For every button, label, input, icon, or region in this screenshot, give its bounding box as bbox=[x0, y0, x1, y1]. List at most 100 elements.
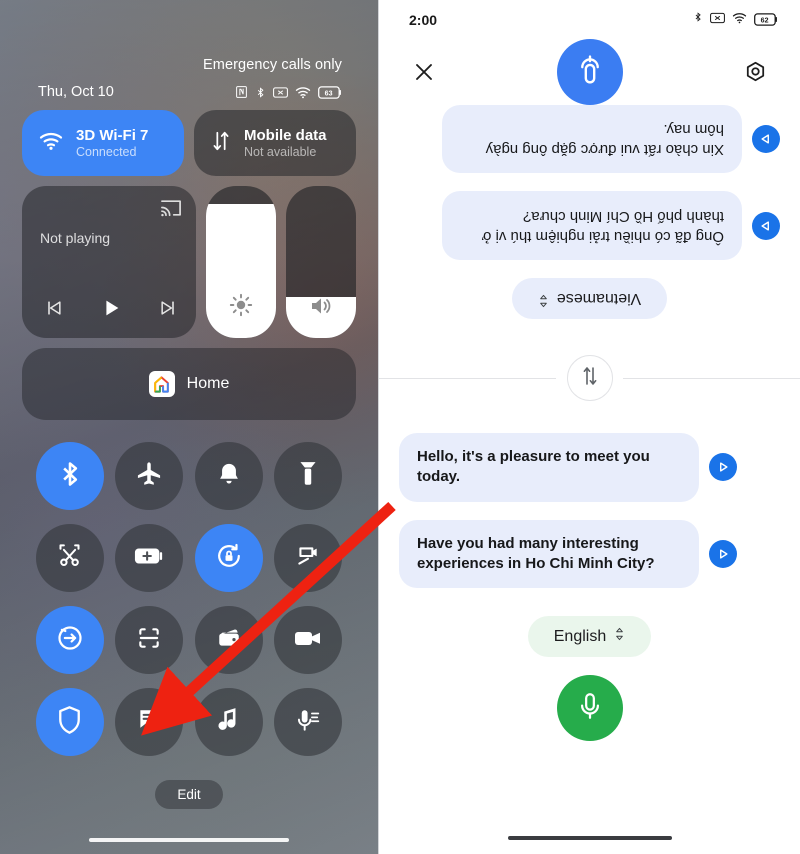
airplane-mode-tile[interactable] bbox=[115, 442, 184, 510]
qr-scanner-tile[interactable] bbox=[115, 606, 184, 674]
bluetooth-icon bbox=[255, 85, 266, 100]
remote-message-bubble[interactable]: Ông đã có nhiều trải nghiệm thú vị ở thà… bbox=[442, 191, 742, 260]
wifi-status-label: Connected bbox=[76, 145, 137, 159]
battery-saver-tile[interactable] bbox=[115, 524, 184, 592]
remote-message-bubble[interactable]: Xin chào rất vui được gặp ông ngày hôm n… bbox=[442, 105, 742, 174]
play-icon[interactable] bbox=[709, 453, 737, 482]
media-player-card[interactable]: Not playing bbox=[22, 186, 196, 338]
screen-record-icon bbox=[295, 543, 321, 574]
qr-scan-icon bbox=[136, 625, 162, 656]
video-camera-icon bbox=[293, 626, 323, 655]
local-side: Hello, it's a pleasure to meet you today… bbox=[379, 401, 800, 741]
flashlight-icon bbox=[297, 460, 319, 493]
battery-icon: 63 bbox=[318, 85, 342, 99]
live-caption-tile[interactable]: A bbox=[115, 688, 184, 756]
live-caption-icon: A bbox=[135, 706, 163, 739]
wifi-icon bbox=[732, 11, 747, 29]
mute-icon bbox=[710, 11, 725, 29]
svg-text:A: A bbox=[152, 721, 158, 730]
scissors-icon bbox=[56, 542, 83, 574]
status-bar-right: 2:00 62 bbox=[379, 0, 800, 29]
volume-icon bbox=[309, 295, 333, 322]
voice-recorder-tile[interactable] bbox=[274, 688, 343, 756]
mobile-data-tile[interactable]: Mobile data Not available bbox=[194, 110, 356, 176]
edit-button[interactable]: Edit bbox=[155, 780, 223, 809]
translate-mic-icon bbox=[574, 53, 606, 92]
music-id-tile[interactable] bbox=[194, 688, 263, 756]
data-transfer-icon bbox=[210, 130, 232, 157]
bell-icon bbox=[216, 460, 242, 493]
remote-language-row: Vietnamese bbox=[399, 278, 780, 319]
close-icon[interactable] bbox=[407, 55, 441, 89]
next-icon[interactable] bbox=[158, 298, 178, 323]
battery-plus-icon bbox=[134, 545, 164, 572]
video-call-tile[interactable] bbox=[274, 606, 343, 674]
wifi-icon bbox=[295, 86, 311, 99]
brightness-icon bbox=[229, 293, 253, 322]
local-language-label: English bbox=[553, 627, 607, 645]
play-icon[interactable] bbox=[752, 211, 780, 240]
play-icon[interactable] bbox=[752, 125, 780, 154]
music-note-icon bbox=[217, 706, 241, 739]
remote-message-row: Ông đã có nhiều trải nghiệm thú vị ở thà… bbox=[399, 191, 780, 260]
connectivity-row: 3D Wi-Fi 7 Connected Mobile data Not ava… bbox=[22, 110, 356, 176]
local-language-row: English bbox=[399, 616, 780, 657]
mobile-data-label: Mobile data bbox=[244, 127, 327, 144]
wifi-ssid-label: 3D Wi-Fi 7 bbox=[76, 127, 149, 144]
bluetooth-tile[interactable] bbox=[35, 442, 104, 510]
auto-rotate-tile[interactable] bbox=[194, 524, 263, 592]
local-message-bubble[interactable]: Hello, it's a pleasure to meet you today… bbox=[399, 433, 699, 502]
media-status-label: Not playing bbox=[40, 230, 111, 246]
local-mic-button[interactable] bbox=[556, 675, 623, 741]
quick-settings-panel: Emergency calls only Thu, Oct 10 63 3D W… bbox=[0, 0, 378, 854]
play-icon[interactable] bbox=[100, 297, 122, 324]
airplane-icon bbox=[135, 460, 163, 493]
brightness-slider[interactable] bbox=[206, 186, 276, 338]
swap-vertical-icon bbox=[580, 365, 600, 392]
wallet-icon bbox=[216, 625, 242, 656]
status-bar-left: Thu, Oct 10 63 bbox=[16, 74, 362, 100]
data-saver-tile[interactable] bbox=[35, 606, 104, 674]
local-language-selector[interactable]: English bbox=[527, 616, 652, 657]
settings-gear-icon[interactable] bbox=[738, 55, 772, 89]
media-and-sliders-row: Not playing bbox=[22, 186, 356, 338]
swap-languages-button[interactable] bbox=[566, 355, 613, 401]
play-icon[interactable] bbox=[709, 539, 737, 568]
cast-icon[interactable] bbox=[160, 198, 182, 223]
vpn-tile[interactable] bbox=[35, 688, 104, 756]
wallet-tile[interactable] bbox=[194, 606, 263, 674]
remote-language-label: Vietnamese bbox=[556, 290, 642, 308]
screenshot-tile[interactable] bbox=[35, 524, 104, 592]
battery-icon: 62 bbox=[754, 13, 778, 26]
translate-mic-button[interactable] bbox=[556, 39, 623, 105]
date-text: Thu, Oct 10 bbox=[38, 84, 114, 100]
previous-icon[interactable] bbox=[44, 298, 64, 323]
mobile-data-status-label: Not available bbox=[244, 145, 317, 159]
local-message-row: Hello, it's a pleasure to meet you today… bbox=[399, 433, 780, 502]
carrier-status-text: Emergency calls only bbox=[203, 57, 342, 73]
status-bar-icons: 63 bbox=[235, 85, 342, 100]
ring-mode-tile[interactable] bbox=[194, 442, 263, 510]
svg-text:62: 62 bbox=[761, 17, 769, 24]
flashlight-tile[interactable] bbox=[274, 442, 343, 510]
shield-icon bbox=[56, 705, 83, 740]
nfc-icon bbox=[235, 85, 248, 99]
volume-slider[interactable] bbox=[286, 186, 356, 338]
rotate-lock-icon bbox=[215, 542, 243, 575]
status-bar-icons-right: 62 bbox=[693, 10, 778, 29]
chevron-updown-icon bbox=[614, 627, 625, 646]
home-indicator-right bbox=[507, 836, 672, 840]
remote-language-selector[interactable]: Vietnamese bbox=[511, 278, 668, 319]
local-message-row: Have you had many interesting experience… bbox=[399, 519, 780, 588]
swap-divider bbox=[379, 355, 800, 401]
remote-side: Vietnamese Ông đã có nhiều trải nghiệm t… bbox=[379, 105, 800, 333]
local-mic-row bbox=[399, 675, 780, 741]
wifi-tile[interactable]: 3D Wi-Fi 7 Connected bbox=[22, 110, 184, 176]
local-message-bubble[interactable]: Have you had many interesting experience… bbox=[399, 519, 699, 588]
google-home-card[interactable]: Home bbox=[22, 348, 356, 420]
carrier-status-row: Emergency calls only bbox=[16, 0, 362, 74]
mute-icon bbox=[273, 86, 288, 99]
screen-recorder-tile[interactable] bbox=[274, 524, 343, 592]
bluetooth-icon bbox=[693, 10, 703, 29]
wifi-icon bbox=[38, 131, 64, 156]
